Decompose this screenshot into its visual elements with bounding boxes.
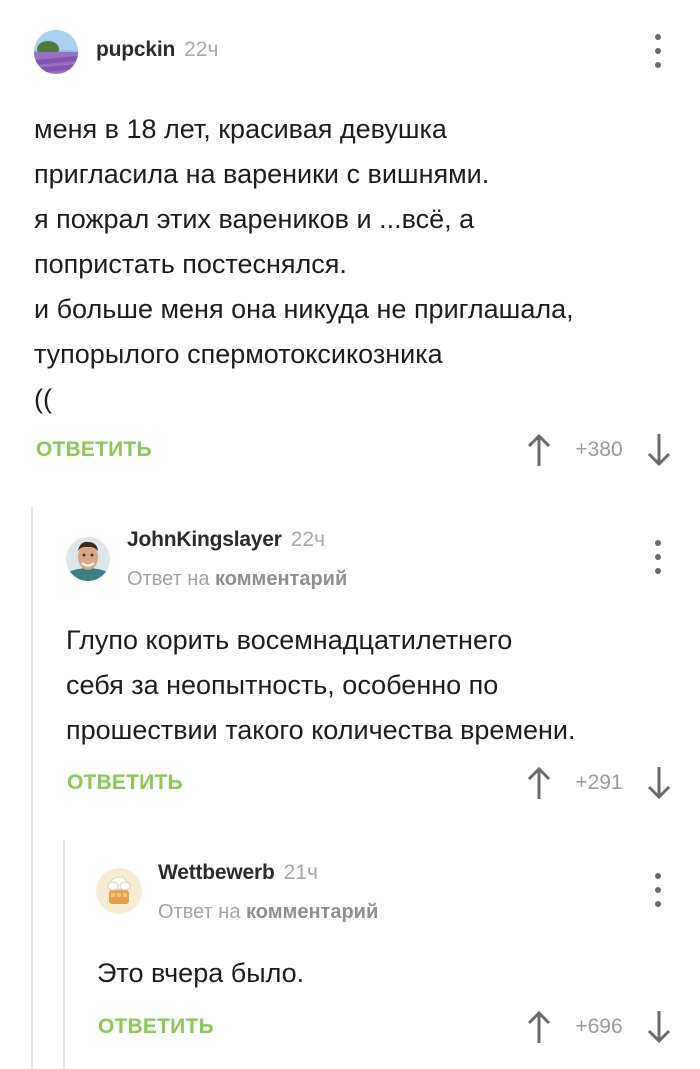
comment-header: pupckin 22ч	[96, 38, 218, 62]
timestamp: 22ч	[290, 528, 326, 551]
reply-button[interactable]: ОТВЕТИТЬ	[67, 771, 183, 795]
comment-header: JohnKingslayer 22ч	[127, 528, 325, 552]
username[interactable]: JohnKingslayer	[127, 528, 282, 552]
more-options-icon[interactable]	[648, 873, 668, 907]
vote-controls: +380	[524, 431, 674, 469]
comment-header: Wettbewerb 21ч	[158, 861, 318, 885]
upvote-arrow-icon[interactable]	[524, 764, 554, 802]
thread-line	[31, 506, 33, 1069]
upvote-arrow-icon[interactable]	[524, 1008, 554, 1046]
avatar[interactable]	[66, 537, 110, 581]
username[interactable]: pupckin	[96, 38, 175, 62]
username[interactable]: Wettbewerb	[158, 861, 275, 885]
score: +380	[575, 438, 623, 461]
avatar[interactable]	[34, 30, 78, 74]
avatar[interactable]	[96, 868, 142, 914]
reply-button[interactable]: ОТВЕТИТЬ	[36, 438, 152, 462]
timestamp: 21ч	[283, 861, 318, 884]
reply-target-link[interactable]: комментарий	[246, 901, 378, 923]
downvote-arrow-icon[interactable]	[644, 764, 674, 802]
reply-target-link[interactable]: комментарий	[215, 568, 347, 590]
reply-prefix: Ответ на	[127, 568, 210, 590]
more-options-icon[interactable]	[648, 34, 668, 68]
reply-to-label: Ответ на комментарий	[127, 568, 347, 591]
downvote-arrow-icon[interactable]	[644, 431, 674, 469]
downvote-arrow-icon[interactable]	[644, 1008, 674, 1046]
upvote-arrow-icon[interactable]	[524, 431, 554, 469]
vote-controls: +291	[524, 764, 674, 802]
score: +291	[575, 771, 623, 794]
more-options-icon[interactable]	[648, 540, 668, 574]
comment-text: Это вчера было.	[97, 958, 305, 988]
thread-line	[63, 840, 65, 1069]
comment-text: Глупо корить восемнадцатилетнего себя за…	[66, 625, 576, 745]
score: +696	[575, 1015, 623, 1038]
timestamp: 22ч	[184, 38, 219, 61]
reply-prefix: Ответ на	[158, 901, 241, 923]
reply-to-label: Ответ на комментарий	[158, 901, 378, 924]
comment-text: меня в 18 лет, красивая девушка пригласи…	[34, 114, 574, 414]
reply-button[interactable]: ОТВЕТИТЬ	[98, 1015, 214, 1039]
vote-controls: +696	[524, 1008, 674, 1046]
